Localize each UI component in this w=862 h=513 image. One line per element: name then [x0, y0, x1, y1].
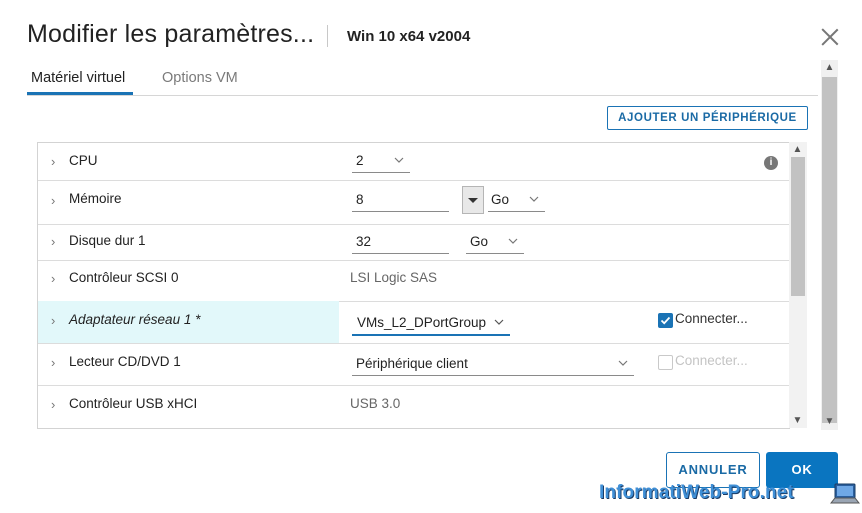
disk-label: Disque dur 1	[69, 233, 146, 248]
chevron-right-icon[interactable]: ›	[51, 313, 55, 328]
active-tab-indicator	[27, 92, 133, 95]
cpu-select[interactable]: 2	[352, 151, 410, 173]
info-icon[interactable]: i	[764, 156, 778, 170]
row-label-cell[interactable]: › CPU	[38, 143, 339, 180]
device-row-disk: › Disque dur 1 32 Go	[38, 224, 790, 261]
memory-value: 8	[356, 192, 364, 207]
add-device-button[interactable]: AJOUTER UN PÉRIPHÉRIQUE	[607, 106, 808, 130]
cpu-label: CPU	[69, 153, 98, 168]
scsi-label: Contrôleur SCSI 0	[69, 270, 179, 285]
chevron-right-icon[interactable]: ›	[51, 271, 55, 286]
scroll-up-icon[interactable]: ▲	[821, 61, 838, 75]
memory-input[interactable]: 8	[352, 190, 449, 212]
cdrom-select[interactable]: Périphérique client	[352, 354, 634, 376]
disk-unit-select[interactable]: Go	[466, 232, 524, 254]
close-icon[interactable]	[819, 26, 841, 48]
device-row-scsi: › Contrôleur SCSI 0 LSI Logic SAS	[38, 260, 790, 302]
device-row-memory: › Mémoire 8 Go	[38, 180, 790, 225]
tab-virtual-hardware[interactable]: Matériel virtuel	[31, 70, 125, 86]
dialog-title: Modifier les paramètres...	[27, 20, 315, 48]
disk-size-input[interactable]: 32	[352, 232, 449, 254]
row-label-cell[interactable]: › Mémoire	[38, 180, 339, 224]
device-row-usb: › Contrôleur USB xHCI USB 3.0	[38, 385, 790, 428]
chevron-right-icon[interactable]: ›	[51, 154, 55, 169]
row-label-cell[interactable]: › Disque dur 1	[38, 224, 339, 260]
device-list: › CPU 2 i › Mémoire 8 Go › Disque dur 1 …	[37, 142, 790, 429]
scsi-value: LSI Logic SAS	[350, 270, 438, 285]
chevron-right-icon[interactable]: ›	[51, 355, 55, 370]
scroll-up-icon[interactable]: ▲	[789, 143, 806, 157]
device-row-network: › Adaptateur réseau 1 * VMs_L2_DPortGrou…	[38, 301, 790, 344]
title-divider	[327, 25, 328, 47]
device-row-cpu: › CPU 2 i	[38, 143, 790, 181]
cdrom-connect-checkbox[interactable]	[658, 355, 673, 370]
scroll-down-icon[interactable]: ▼	[821, 415, 838, 429]
chevron-down-icon	[529, 196, 539, 202]
memory-unit-select[interactable]: Go	[488, 190, 545, 212]
cdrom-value: Périphérique client	[356, 356, 468, 371]
chevron-down-icon	[394, 157, 404, 163]
dialog-scrollbar-thumb[interactable]	[822, 77, 837, 423]
disk-value: 32	[356, 234, 372, 249]
chevron-down-icon	[618, 360, 628, 366]
scroll-down-icon[interactable]: ▼	[789, 414, 806, 428]
row-label-cell[interactable]: › Lecteur CD/DVD 1	[38, 343, 339, 385]
chevron-right-icon[interactable]: ›	[51, 397, 55, 412]
chevron-down-icon	[494, 319, 504, 325]
usb-label: Contrôleur USB xHCI	[69, 396, 198, 411]
network-label: Adaptateur réseau 1 *	[69, 312, 201, 327]
memory-stepper-down[interactable]	[462, 186, 484, 214]
network-value: VMs_L2_DPortGroup	[357, 315, 487, 330]
row-label-cell[interactable]: › Adaptateur réseau 1 *	[38, 301, 339, 343]
device-list-scrollbar-thumb[interactable]	[791, 157, 805, 296]
device-row-cdrom: › Lecteur CD/DVD 1 Périphérique client C…	[38, 343, 790, 386]
tabs-divider	[27, 95, 818, 96]
cdrom-connect-label: Connecter...	[675, 353, 748, 368]
watermark-text: InformatiWeb-Pro.net	[599, 482, 794, 503]
chevron-down-icon	[508, 238, 518, 244]
tab-vm-options[interactable]: Options VM	[162, 70, 238, 86]
row-label-cell[interactable]: › Contrôleur USB xHCI	[38, 385, 339, 428]
vm-name: Win 10 x64 v2004	[347, 28, 471, 45]
laptop-logo-icon	[829, 482, 861, 508]
cpu-value: 2	[356, 153, 364, 168]
row-label-cell[interactable]: › Contrôleur SCSI 0	[38, 260, 339, 301]
usb-value: USB 3.0	[350, 396, 401, 411]
network-connect-label[interactable]: Connecter...	[675, 311, 748, 326]
cdrom-label: Lecteur CD/DVD 1	[69, 354, 181, 369]
memory-label: Mémoire	[69, 191, 122, 206]
disk-unit: Go	[470, 234, 489, 249]
network-select[interactable]: VMs_L2_DPortGroup	[352, 312, 510, 336]
chevron-right-icon[interactable]: ›	[51, 234, 55, 249]
network-connect-checkbox[interactable]	[658, 313, 673, 328]
memory-unit: Go	[491, 192, 510, 207]
chevron-right-icon[interactable]: ›	[51, 193, 55, 208]
